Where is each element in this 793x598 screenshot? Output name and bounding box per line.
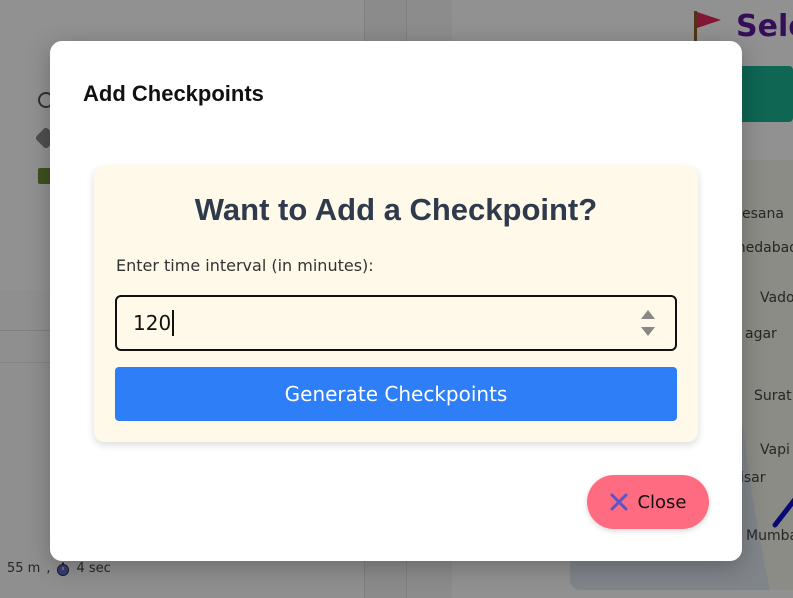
card-heading: Want to Add a Checkpoint? (194, 192, 598, 227)
close-button[interactable]: Close (587, 475, 709, 529)
interval-input[interactable]: 120 (115, 295, 677, 351)
spinner-down-icon[interactable] (639, 324, 657, 339)
add-checkpoints-modal: Add Checkpoints Want to Add a Checkpoint… (50, 41, 742, 561)
close-label: Close (637, 491, 687, 513)
text-caret (172, 310, 175, 336)
interval-label: Enter time interval (in minutes): (116, 256, 374, 275)
spinner-up-icon[interactable] (639, 307, 657, 322)
checkpoint-card: Want to Add a Checkpoint? Enter time int… (94, 166, 698, 442)
number-spinner (639, 307, 657, 339)
generate-checkpoints-button[interactable]: Generate Checkpoints (115, 367, 677, 421)
modal-title: Add Checkpoints (83, 81, 264, 106)
interval-value: 120 (133, 311, 172, 335)
close-x-icon (610, 493, 628, 511)
